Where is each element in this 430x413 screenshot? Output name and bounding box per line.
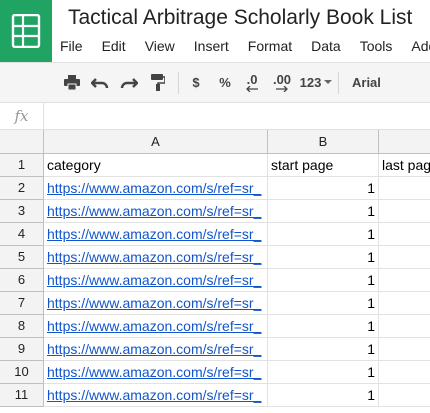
start-page-cell[interactable]: 1 [268, 361, 379, 384]
print-icon[interactable] [60, 63, 84, 102]
increase-decimal-button[interactable]: .00 [268, 63, 296, 102]
start-page-cell[interactable]: 1 [268, 315, 379, 338]
increase-decimal-label: .00 [272, 71, 292, 87]
document-title[interactable]: Tactical Arbitrage Scholarly Book List [68, 6, 412, 30]
row-header[interactable]: 4 [0, 223, 44, 246]
start-page-cell[interactable]: 1 [268, 338, 379, 361]
category-url-cell[interactable]: https://www.amazon.com/s/ref=sr_ [44, 361, 268, 384]
formula-input[interactable] [44, 103, 430, 129]
toolbar: $ % .0 .00 123 Arial [0, 62, 430, 103]
row-header[interactable]: 7 [0, 292, 44, 315]
arrow-right-icon [276, 85, 288, 92]
last-page-cell[interactable] [379, 338, 430, 361]
row-header[interactable]: 10 [0, 361, 44, 384]
menu-edit[interactable]: Edit [102, 37, 126, 55]
start-page-cell[interactable]: 1 [268, 177, 379, 200]
column-header-c[interactable] [379, 130, 430, 154]
decrease-decimal-label: .0 [246, 71, 258, 87]
header-cell-last-page[interactable]: last page [379, 154, 430, 177]
category-url-cell[interactable]: https://www.amazon.com/s/ref=sr_ [44, 223, 268, 246]
category-url-cell[interactable]: https://www.amazon.com/s/ref=sr_ [44, 338, 268, 361]
column-header-b[interactable]: B [268, 130, 379, 154]
percent-format-button[interactable]: % [214, 63, 236, 102]
toolbar-divider [178, 72, 179, 94]
category-url-cell[interactable]: https://www.amazon.com/s/ref=sr_ [44, 200, 268, 223]
sheets-logo[interactable] [0, 0, 52, 62]
undo-icon[interactable] [88, 63, 112, 102]
start-page-cell[interactable]: 1 [268, 223, 379, 246]
last-page-cell[interactable] [379, 315, 430, 338]
row-header[interactable]: 11 [0, 384, 44, 407]
row-header[interactable]: 6 [0, 269, 44, 292]
row-header[interactable]: 2 [0, 177, 44, 200]
arrow-left-icon [246, 85, 258, 92]
select-all-corner[interactable] [0, 130, 44, 154]
last-page-cell[interactable] [379, 361, 430, 384]
last-page-cell[interactable] [379, 177, 430, 200]
category-url-cell[interactable]: https://www.amazon.com/s/ref=sr_ [44, 384, 268, 407]
category-url-cell[interactable]: https://www.amazon.com/s/ref=sr_ [44, 269, 268, 292]
formula-bar: fx [0, 103, 430, 130]
start-page-cell[interactable]: 1 [268, 246, 379, 269]
header-cell-category[interactable]: category [44, 154, 268, 177]
last-page-cell[interactable] [379, 223, 430, 246]
sheets-icon [11, 14, 41, 48]
menu-tools[interactable]: Tools [360, 37, 393, 55]
menu-file[interactable]: File [60, 37, 83, 55]
font-family-select[interactable]: Arial [346, 63, 390, 102]
menu-insert[interactable]: Insert [194, 37, 229, 55]
last-page-cell[interactable] [379, 269, 430, 292]
start-page-cell[interactable]: 1 [268, 292, 379, 315]
more-formats-label: 123 [299, 75, 322, 90]
menu-view[interactable]: View [145, 37, 175, 55]
category-url-cell[interactable]: https://www.amazon.com/s/ref=sr_ [44, 292, 268, 315]
last-page-cell[interactable] [379, 292, 430, 315]
last-page-cell[interactable] [379, 200, 430, 223]
category-url-cell[interactable]: https://www.amazon.com/s/ref=sr_ [44, 246, 268, 269]
spreadsheet-grid: A B 1categorystart pagelast page2https:/… [0, 130, 430, 413]
category-url-cell[interactable]: https://www.amazon.com/s/ref=sr_ [44, 177, 268, 200]
row-header[interactable]: 1 [0, 154, 44, 177]
header-cell-start-page[interactable]: start page [268, 154, 379, 177]
category-url-cell[interactable]: https://www.amazon.com/s/ref=sr_ [44, 315, 268, 338]
start-page-cell[interactable]: 1 [268, 269, 379, 292]
menu-format[interactable]: Format [248, 37, 292, 55]
menu-bar: File Edit View Insert Format Data Tools … [60, 37, 430, 55]
menu-addons[interactable]: Add [411, 37, 430, 55]
row-header[interactable]: 9 [0, 338, 44, 361]
more-formats-button[interactable]: 123 [298, 63, 334, 102]
row-header[interactable]: 5 [0, 246, 44, 269]
app-header: Tactical Arbitrage Scholarly Book List F… [0, 0, 430, 62]
redo-icon[interactable] [117, 63, 141, 102]
currency-format-button[interactable]: $ [186, 63, 206, 102]
start-page-cell[interactable]: 1 [268, 384, 379, 407]
decrease-decimal-button[interactable]: .0 [240, 63, 264, 102]
last-page-cell[interactable] [379, 246, 430, 269]
start-page-cell[interactable]: 1 [268, 200, 379, 223]
column-header-a[interactable]: A [44, 130, 268, 154]
row-header[interactable]: 3 [0, 200, 44, 223]
last-page-cell[interactable] [379, 384, 430, 407]
row-header[interactable]: 8 [0, 315, 44, 338]
paint-format-icon[interactable] [146, 63, 170, 102]
fx-icon: fx [0, 103, 44, 129]
toolbar-divider [338, 72, 339, 94]
menu-data[interactable]: Data [311, 37, 341, 55]
chevron-down-icon [324, 80, 333, 84]
